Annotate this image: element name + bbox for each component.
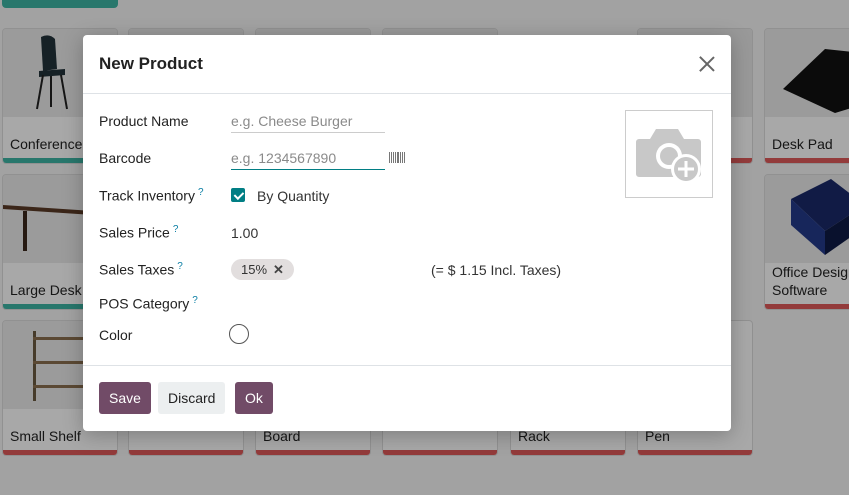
sales-taxes-label: Sales Taxes? [99, 261, 183, 278]
dialog-footer-divider [83, 365, 731, 366]
barcode-input[interactable] [231, 147, 385, 170]
dialog-header: New Product [83, 35, 731, 94]
color-label: Color [99, 327, 133, 343]
color-picker[interactable] [229, 324, 249, 344]
help-icon[interactable]: ? [173, 224, 179, 235]
track-inventory-checkbox[interactable] [231, 188, 245, 202]
dialog-title: New Product [99, 54, 203, 73]
barcode-icon[interactable] [389, 152, 405, 163]
tax-tag-label: 15% [241, 262, 268, 277]
pos-category-label-text: POS Category [99, 295, 190, 312]
product-name-input[interactable] [231, 110, 385, 133]
add-photo-icon [636, 129, 701, 184]
barcode-label: Barcode [99, 150, 152, 166]
product-name-label: Product Name [99, 113, 189, 129]
save-button[interactable]: Save [99, 382, 151, 414]
product-image-upload[interactable] [625, 110, 713, 198]
help-icon[interactable]: ? [177, 261, 183, 272]
new-product-dialog: New Product Product Name Barcode Track I… [83, 35, 731, 431]
incl-taxes-text: (= $ 1.15 Incl. Taxes) [431, 262, 562, 278]
close-icon[interactable] [697, 54, 717, 74]
track-inventory-label-text: Track Inventory [99, 187, 195, 204]
by-quantity-label: By Quantity [257, 188, 330, 204]
ok-button[interactable]: Ok [235, 382, 273, 414]
tax-tag[interactable]: 15% ✕ [231, 259, 294, 280]
help-icon[interactable]: ? [192, 295, 198, 306]
track-inventory-label: Track Inventory? [99, 187, 204, 204]
discard-button[interactable]: Discard [158, 382, 226, 414]
sales-price-label-text: Sales Price [99, 224, 170, 241]
sales-taxes-label-text: Sales Taxes [99, 261, 175, 278]
help-icon[interactable]: ? [198, 187, 204, 198]
pos-category-label: POS Category? [99, 295, 198, 312]
sales-price-input[interactable]: 1.00 [231, 225, 258, 241]
sales-price-label: Sales Price? [99, 224, 178, 241]
remove-tag-icon[interactable]: ✕ [273, 259, 284, 280]
